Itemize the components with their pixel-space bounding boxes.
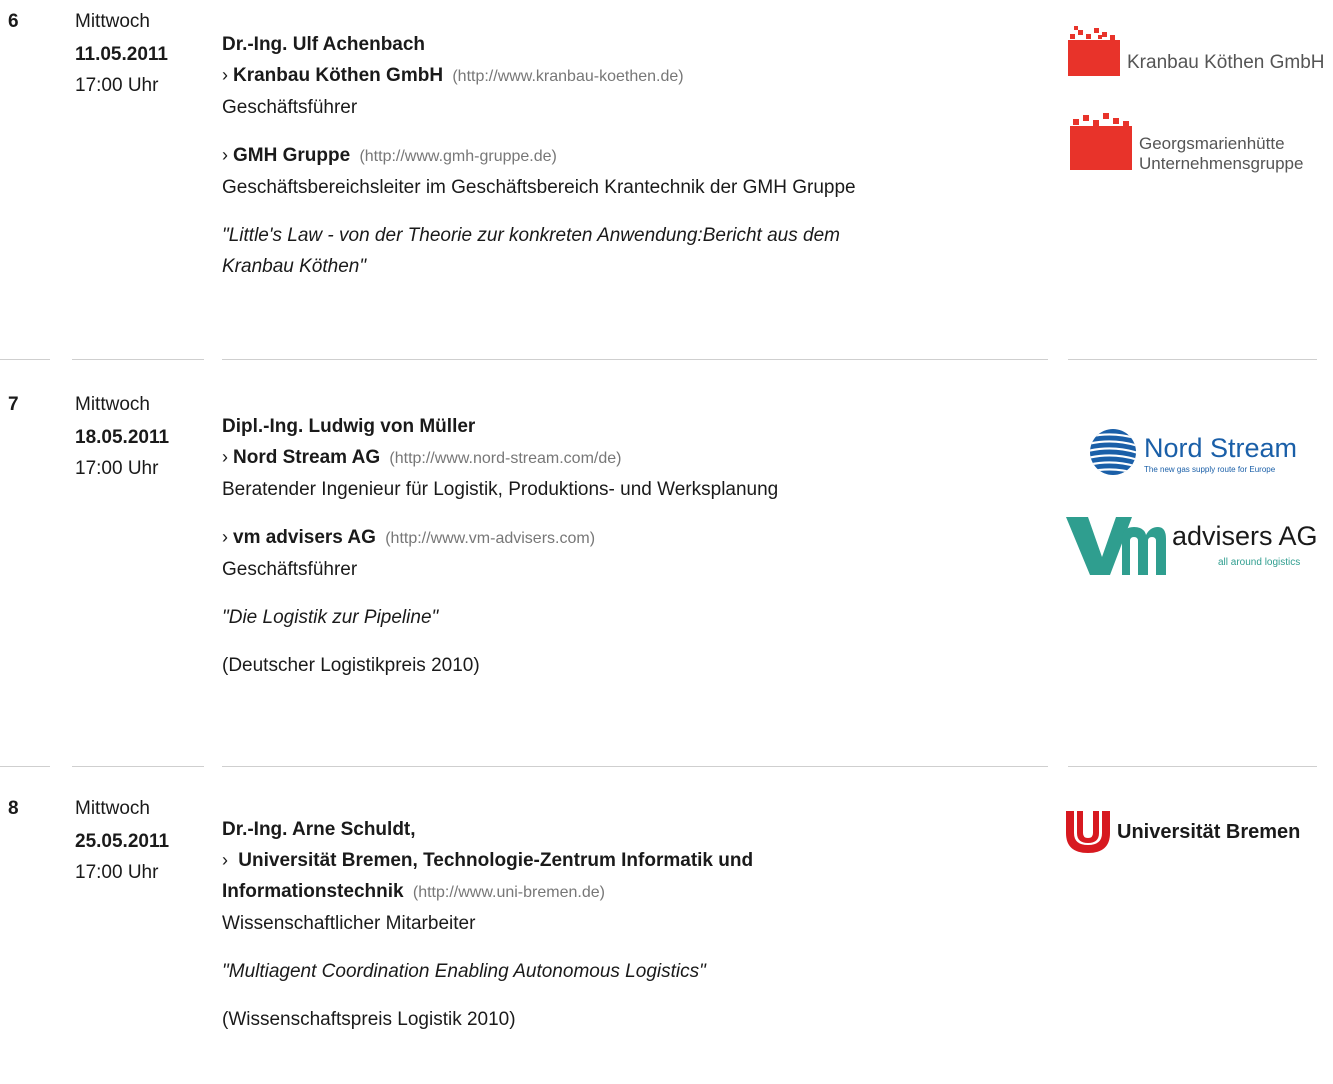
logo-text: Kranbau Köthen GmbH (1127, 52, 1325, 73)
event-time: 17:00 Uhr (75, 862, 159, 883)
organization-link[interactable]: (http://www.vm-advisers.com) (385, 530, 595, 547)
event-number: 6 (8, 11, 19, 32)
logo-text-line2: Unternehmensgruppe (1139, 154, 1304, 173)
organization-link[interactable]: (http://www.gmh-gruppe.de) (359, 148, 556, 165)
talk-topic: "Die Logistik zur Pipeline" (222, 607, 439, 628)
talk-topic: "Little's Law - von der Theorie zur konk… (222, 225, 840, 246)
separator (72, 359, 204, 360)
separator (0, 359, 50, 360)
organization-name: Nord Stream AG (233, 447, 381, 468)
vm-mark-icon (1066, 517, 1166, 575)
award-note: (Deutscher Logistikpreis 2010) (222, 655, 480, 676)
separator (222, 359, 1048, 360)
gmh-pixel-mark-icon (1070, 113, 1132, 170)
organization-link[interactable]: (http://www.nord-stream.com/de) (389, 450, 621, 467)
weekday: Mittwoch (75, 798, 150, 819)
uni-bremen-u-icon (1066, 811, 1110, 853)
speaker-role: Wissenschaftlicher Mitarbeiter (222, 913, 476, 934)
event-number: 8 (8, 798, 19, 819)
speaker-role: Geschäftsführer (222, 559, 358, 580)
logo-text: Nord Stream (1144, 433, 1298, 463)
organization-link[interactable]: (http://www.kranbau-koethen.de) (452, 68, 683, 85)
event-date-column: Mittwoch 25.05.2011 17:00 Uhr (75, 798, 169, 888)
weekday: Mittwoch (75, 11, 150, 32)
separator (72, 766, 204, 767)
event-date-column: Mittwoch 11.05.2011 17:00 Uhr (75, 11, 168, 101)
nord-stream-globe-icon (1090, 429, 1136, 475)
speaker-name: Dr.-Ing. Ulf Achenbach (222, 34, 426, 55)
event-date: 11.05.2011 (75, 44, 168, 65)
talk-topic-continued: Kranbau Köthen" (222, 256, 367, 277)
chevron-right-icon: › (222, 65, 228, 85)
event-time: 17:00 Uhr (75, 458, 159, 479)
speaker-role: Geschäftsbereichsleiter im Geschäftsbere… (222, 177, 856, 198)
event-date: 18.05.2011 (75, 427, 170, 448)
chevron-right-icon: › (222, 850, 228, 870)
organization-name: GMH Gruppe (233, 145, 351, 166)
nord-stream-logo: Nord Stream The new gas supply route for… (1088, 427, 1318, 479)
talk-topic: "Multiagent Coordination Enabling Autono… (222, 961, 706, 982)
organization-name: Universität Bremen, Technologie-Zentrum … (238, 850, 754, 871)
separator (1068, 766, 1317, 767)
kranbau-pixel-mark-icon (1068, 26, 1120, 76)
organization-name: Kranbau Köthen GmbH (233, 65, 444, 86)
logo-tagline: The new gas supply route for Europe (1144, 465, 1276, 474)
separator (222, 766, 1048, 767)
speaker-name: Dipl.-Ing. Ludwig von Müller (222, 416, 476, 437)
organization-continued: Informationstechnik (http://www.uni-brem… (222, 876, 1032, 908)
event-details: Dr.-Ing. Arne Schuldt, › Universität Bre… (222, 814, 1032, 1035)
organization: › GMH Gruppe (http://www.gmh-gruppe.de) (222, 140, 1032, 172)
speaker-role: Geschäftsführer (222, 97, 358, 118)
chevron-right-icon: › (222, 527, 228, 547)
logo-text-line1: Georgsmarienhütte (1139, 134, 1285, 153)
gmh-gruppe-logo: Georgsmarienhütte Unternehmensgruppe (1070, 112, 1333, 174)
event-date-column: Mittwoch 18.05.2011 17:00 Uhr (75, 394, 169, 484)
organization-link[interactable]: (http://www.uni-bremen.de) (413, 884, 605, 901)
vm-advisers-logo: advisers AG all around logistics (1066, 517, 1318, 577)
speaker-name: Dr.-Ing. Arne Schuldt, (222, 819, 416, 840)
chevron-right-icon: › (222, 145, 228, 165)
weekday: Mittwoch (75, 394, 150, 415)
event-details: Dipl.-Ing. Ludwig von Müller › Nord Strea… (222, 411, 1032, 681)
award-note: (Wissenschaftspreis Logistik 2010) (222, 1009, 516, 1030)
speaker-role: Beratender Ingenieur für Logistik, Produ… (222, 479, 779, 500)
chevron-right-icon: › (222, 447, 228, 467)
kranbau-koethen-logo: Kranbau Köthen GmbH (1068, 26, 1333, 78)
event-time: 17:00 Uhr (75, 75, 159, 96)
separator (1068, 359, 1317, 360)
separator (0, 766, 50, 767)
organization: › vm advisers AG (http://www.vm-advisers.… (222, 522, 1032, 554)
event-number: 7 (8, 394, 19, 415)
logo-text: Universität Bremen (1117, 821, 1301, 843)
event-details: Dr.-Ing. Ulf Achenbach › Kranbau Köthen G… (222, 29, 1032, 282)
organization-name: vm advisers AG (233, 527, 376, 548)
logo-text: advisers AG (1172, 521, 1318, 551)
organization: › Kranbau Köthen GmbH (http://www.kranbau… (222, 60, 1032, 92)
logo-tagline: all around logistics (1218, 557, 1301, 568)
universitaet-bremen-logo: Universität Bremen (1066, 811, 1328, 855)
organization: › Universität Bremen, Technologie-Zentru… (222, 845, 1032, 876)
organization: › Nord Stream AG (http://www.nord-stream.… (222, 442, 1032, 474)
event-date: 25.05.2011 (75, 831, 170, 852)
organization-name-continued: Informationstechnik (222, 881, 404, 902)
